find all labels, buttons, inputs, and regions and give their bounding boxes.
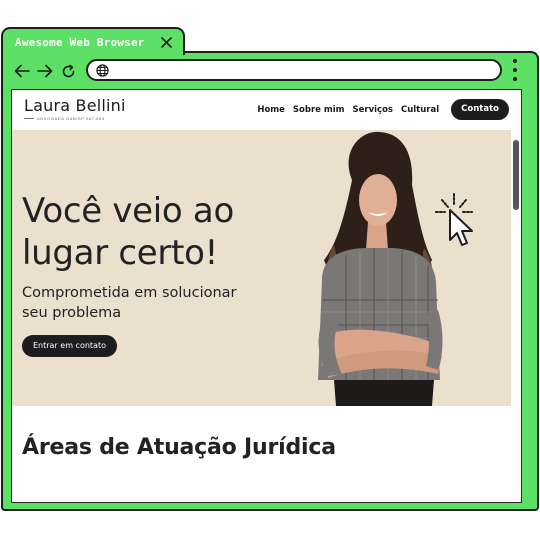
nav-cultural[interactable]: Cultural: [401, 105, 439, 115]
globe-icon: [96, 63, 109, 77]
browser-window: Laura Bellini ADVOGADA OAB/SP 987.654 Ho…: [1, 51, 539, 511]
section-title: Áreas de Atuação Jurídica: [22, 435, 336, 460]
lawyer-portrait: [318, 131, 443, 406]
forward-arrow-icon[interactable]: [36, 62, 54, 80]
page-viewport: Laura Bellini ADVOGADA OAB/SP 987.654 Ho…: [11, 89, 522, 503]
logo-tagline-row: ADVOGADA OAB/SP 987.654: [24, 116, 126, 121]
site-nav: Home Sobre mim Serviços Cultural Contato: [257, 99, 509, 120]
hero-title: Você veio ao lugar certo!: [22, 191, 234, 273]
address-bar[interactable]: [86, 59, 502, 81]
logo-name: Laura Bellini: [24, 96, 126, 115]
hero-subtitle: Comprometida em solucionar seu problema: [22, 285, 237, 321]
logo-tagline: ADVOGADA OAB/SP 987.654: [37, 116, 105, 121]
browser-toolbar: [3, 53, 537, 89]
reload-icon[interactable]: [59, 62, 77, 80]
nav-sobre-mim[interactable]: Sobre mim: [293, 105, 345, 115]
browser-tab[interactable]: Awesome Web Browser: [1, 27, 185, 55]
cursor-click-icon: [435, 193, 473, 246]
nav-home[interactable]: Home: [257, 105, 285, 115]
nav-servicos[interactable]: Serviços: [353, 105, 393, 115]
tab-title: Awesome Web Browser: [15, 35, 145, 49]
site-header: Laura Bellini ADVOGADA OAB/SP 987.654 Ho…: [12, 90, 521, 130]
back-arrow-icon[interactable]: [13, 62, 31, 80]
scrollbar-thumb[interactable]: [513, 140, 519, 210]
menu-icon[interactable]: [511, 59, 519, 81]
site-logo[interactable]: Laura Bellini ADVOGADA OAB/SP 987.654: [24, 97, 126, 121]
screenshot: Awesome Web Browser Laura Bellini ADVOGA…: [0, 0, 540, 540]
contact-button[interactable]: Contato: [451, 99, 509, 120]
cta-button[interactable]: Entrar em contato: [22, 335, 117, 357]
close-icon[interactable]: [159, 35, 173, 49]
hero-section: Você veio ao lugar certo! Comprometida e…: [12, 130, 521, 406]
